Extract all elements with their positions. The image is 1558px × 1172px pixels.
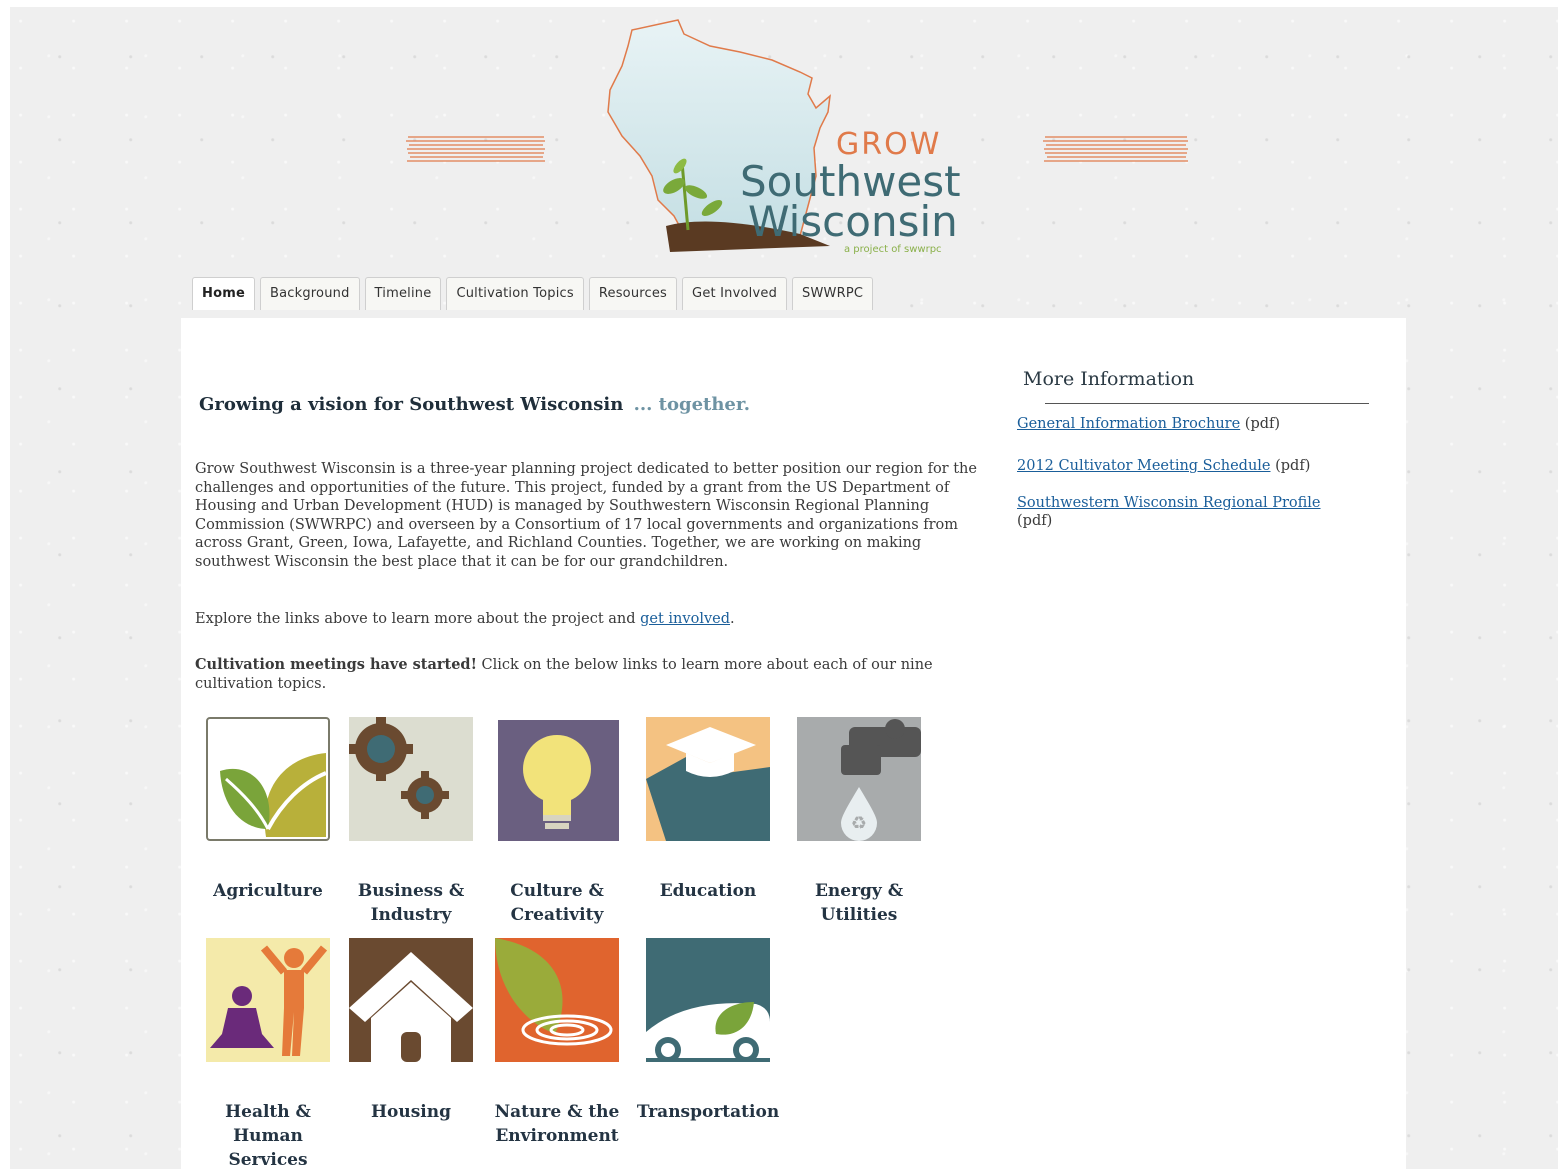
house-icon — [349, 938, 473, 1062]
schedule-link[interactable]: 2012 Cultivator Meeting Schedule — [1017, 458, 1271, 474]
leaf-ripple-icon — [495, 938, 619, 1062]
tab-swwrpc[interactable]: SWWRPC — [792, 277, 874, 310]
main-nav: Home Background Timeline Cultivation Top… — [192, 277, 874, 310]
tab-timeline[interactable]: Timeline — [364, 277, 442, 310]
schedule-suffix: (pdf) — [1270, 458, 1311, 474]
headline-text: Growing a vision for Southwest Wisconsin — [199, 394, 624, 415]
cultivation-bold-text: Cultivation meetings have started! — [195, 656, 477, 673]
topic-transportation[interactable]: Transportation — [634, 938, 782, 1124]
faucet-recycle-icon: ♻ — [797, 717, 921, 841]
topic-housing[interactable]: Housing — [337, 938, 485, 1124]
topic-label: Culture & Creativity — [510, 881, 604, 925]
site-logo[interactable]: GROW Southwest Wisconsin a project of sw… — [600, 16, 970, 261]
tab-home[interactable]: Home — [192, 277, 255, 310]
topic-energy-utilities[interactable]: ♻ Energy & Utilities — [785, 717, 933, 927]
get-involved-link[interactable]: get involved — [640, 611, 730, 627]
leaves-icon — [206, 717, 330, 841]
graduation-cap-icon — [646, 717, 770, 841]
explore-end: . — [730, 611, 735, 627]
topic-label: Education — [659, 881, 757, 901]
wisconsin-map-sprout-icon: GROW Southwest Wisconsin a project of sw… — [607, 19, 961, 255]
svg-text:♻: ♻ — [851, 813, 867, 834]
topic-label: Health & Human Services — [225, 1102, 311, 1170]
tab-resources[interactable]: Resources — [588, 277, 678, 310]
svg-text:a project of swwrpc: a project of swwrpc — [844, 244, 942, 255]
profile-suffix: (pdf) — [1017, 513, 1053, 529]
headline-accent: ... together. — [633, 394, 750, 415]
right-stripes-decoration — [1043, 134, 1189, 166]
sidebar-item: Southwestern Wisconsin Regional Profile … — [1017, 494, 1357, 530]
explore-text: Explore the links above to learn more ab… — [195, 611, 641, 627]
cultivation-paragraph: Cultivation meetings have started! Click… — [195, 656, 985, 693]
regional-profile-link[interactable]: Southwestern Wisconsin Regional Profile — [1017, 495, 1321, 511]
topic-nature-environment[interactable]: Nature & the Environment — [483, 938, 631, 1148]
gears-icon — [349, 717, 473, 841]
brochure-suffix: (pdf) — [1240, 416, 1281, 432]
topic-health-human-services[interactable]: Health & Human Services — [194, 938, 342, 1172]
tab-get-involved[interactable]: Get Involved — [682, 277, 788, 310]
sidebar-item: General Information Brochure (pdf) — [1017, 415, 1367, 433]
tab-background[interactable]: Background — [259, 277, 360, 310]
topic-label: Agriculture — [213, 881, 323, 901]
topic-culture-creativity[interactable]: Culture & Creativity — [483, 717, 631, 927]
svg-text:Wisconsin: Wisconsin — [748, 197, 958, 246]
sidebar-title: More Information — [1023, 368, 1195, 390]
topic-label: Energy & Utilities — [814, 881, 904, 925]
intro-paragraph: Grow Southwest Wisconsin is a three-year… — [195, 461, 977, 570]
tab-cultivation-topics[interactable]: Cultivation Topics — [446, 277, 584, 310]
lightbulb-icon — [498, 720, 619, 841]
left-stripes-decoration — [406, 134, 546, 166]
sidebar-item: 2012 Cultivator Meeting Schedule (pdf) — [1017, 457, 1367, 475]
topic-education[interactable]: Education — [634, 717, 782, 903]
content-panel: Growing a vision for Southwest Wisconsin… — [181, 318, 1406, 1172]
page-headline: Growing a vision for Southwest Wisconsin… — [199, 394, 750, 415]
topic-label: Business & Industry — [357, 881, 465, 925]
topic-agriculture[interactable]: Agriculture — [194, 717, 342, 903]
topic-label: Housing — [370, 1102, 452, 1122]
topic-label: Transportation — [636, 1102, 780, 1122]
people-exercise-icon — [206, 938, 330, 1062]
topic-label: Nature & the Environment — [494, 1102, 620, 1146]
explore-paragraph: Explore the links above to learn more ab… — [195, 610, 985, 629]
topic-business-industry[interactable]: Business & Industry — [337, 717, 485, 927]
brochure-link[interactable]: General Information Brochure — [1017, 416, 1240, 432]
sidebar-divider — [1045, 403, 1369, 404]
car-leaf-icon — [646, 938, 770, 1063]
